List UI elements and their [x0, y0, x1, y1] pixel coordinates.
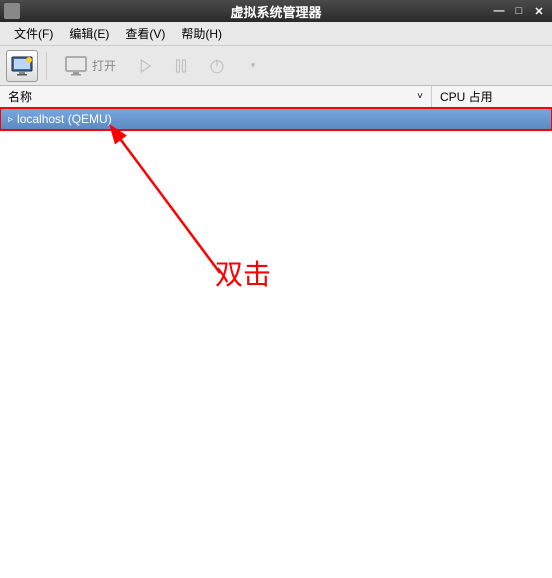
menu-help[interactable]: 帮助(H): [173, 23, 230, 44]
monitor-icon: [10, 54, 34, 78]
close-button[interactable]: ✕: [532, 4, 546, 18]
open-button: 打开: [55, 50, 125, 82]
monitor-icon: [64, 54, 88, 78]
annotation-arrow-icon: [80, 118, 280, 318]
sort-indicator-icon: ˅: [417, 91, 423, 102]
minimize-button[interactable]: —: [492, 4, 506, 18]
vm-list: ▹ localhost (QEMU) 双击: [0, 108, 552, 578]
annotation-text: 双击: [215, 253, 271, 293]
header-cpu-label: CPU 占用: [440, 88, 493, 105]
power-button: [201, 50, 233, 82]
menu-file[interactable]: 文件(F): [6, 23, 61, 44]
toolbar: 打开 ▾: [0, 46, 552, 86]
menubar: 文件(F) 编辑(E) 查看(V) 帮助(H): [0, 22, 552, 46]
toolbar-separator: [46, 52, 47, 80]
pause-icon: [172, 57, 190, 75]
chevron-down-icon: ▾: [251, 60, 256, 71]
list-headers: 名称 ˅ CPU 占用: [0, 86, 552, 108]
list-item-label: localhost (QEMU): [17, 112, 112, 126]
header-cpu[interactable]: CPU 占用: [432, 86, 552, 107]
expander-icon[interactable]: ▹: [8, 114, 13, 125]
app-icon: [4, 3, 20, 19]
window-titlebar: 虚拟系统管理器 — □ ✕: [0, 0, 552, 22]
menu-view[interactable]: 查看(V): [117, 23, 173, 44]
power-icon: [208, 57, 226, 75]
header-name[interactable]: 名称 ˅: [0, 86, 432, 107]
header-name-label: 名称: [8, 88, 32, 105]
maximize-button[interactable]: □: [512, 4, 526, 18]
window-controls: — □ ✕: [492, 4, 552, 18]
window-title: 虚拟系统管理器: [230, 2, 321, 21]
pause-button: [165, 50, 197, 82]
power-dropdown: ▾: [237, 50, 269, 82]
open-label: 打开: [92, 57, 116, 74]
list-item-localhost[interactable]: ▹ localhost (QEMU): [0, 108, 552, 130]
play-button: [129, 50, 161, 82]
menu-edit[interactable]: 编辑(E): [61, 23, 117, 44]
play-icon: [136, 57, 154, 75]
new-vm-button[interactable]: [6, 50, 38, 82]
